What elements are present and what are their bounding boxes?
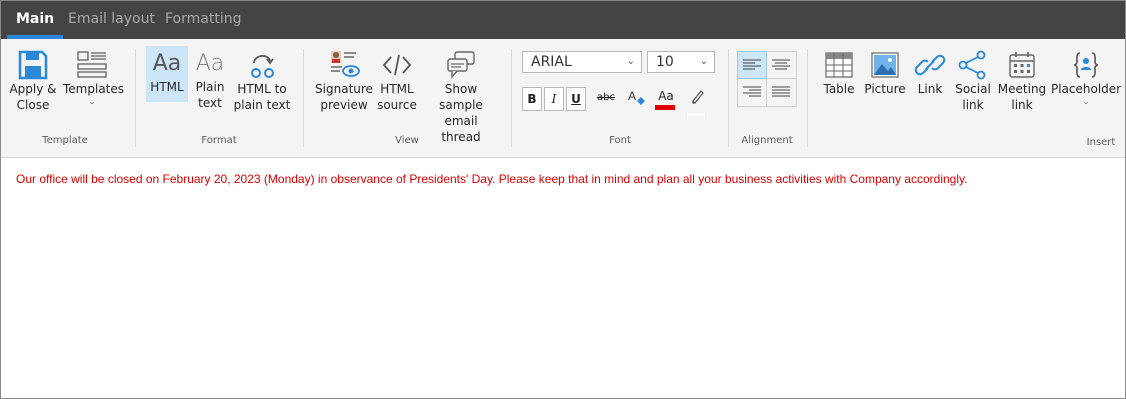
insert-link-label: Link [917,82,943,96]
apply-close-label-2: Close [16,98,50,112]
align-justify-icon [772,86,790,97]
insert-social-link-button[interactable]: Social link [953,49,993,113]
italic-button[interactable]: I [544,87,564,111]
link-icon [914,54,946,76]
signature-preview-button[interactable]: Signature preview [315,49,373,113]
floppy-disk-icon [18,50,48,80]
group-divider [728,49,729,147]
html-to-plain-label-1: HTML to [237,82,287,96]
share-icon [958,50,986,80]
calendar-icon [1009,52,1035,78]
font-family-select[interactable]: ARIAL ⌄ [522,51,642,73]
bold-button[interactable]: B [522,87,542,111]
format-plain-text-button[interactable]: Aa Plain text [191,46,229,111]
format-html-button[interactable]: Aa HTML [146,46,188,102]
font-size-select[interactable]: 10 ⌄ [647,51,715,73]
highlighter-pen-icon [692,90,704,104]
apply-close-button[interactable]: Apply & Close [7,49,59,113]
align-right-icon [743,86,761,97]
show-sample-email-thread-button[interactable]: Show sample email thread [423,49,499,145]
group-label-insert: Insert [1086,137,1116,148]
template-editor-window: Main Email layout Formatting Apply & Clo… [0,0,1126,399]
placeholder-label: Placeholder [1051,82,1122,96]
placeholder-icon [1073,52,1099,78]
editor-content-text[interactable]: Our office will be closed on February 20… [16,172,967,186]
insert-picture-button[interactable]: Picture [863,49,907,97]
html-format-icon: Aa [152,51,182,76]
underline-button[interactable]: U [566,87,586,111]
align-center-button[interactable] [767,51,797,79]
svg-text:A: A [628,89,636,103]
insert-picture-label: Picture [864,82,906,96]
group-divider [807,49,808,147]
sample-thread-label-1: Show sample [439,82,483,112]
text-color-swatch [655,105,675,110]
html-format-label: HTML [150,80,184,94]
ribbon: Apply & Close Templates ⌄ Template Aa HT… [1,39,1125,158]
align-center-icon [772,59,790,70]
align-justify-button[interactable] [767,79,797,107]
chat-bubbles-icon [447,51,475,79]
insert-link-button[interactable]: Link [913,49,947,97]
templates-label: Templates [63,82,125,96]
html-source-label-2: source [377,98,417,112]
ribbon-tab-bar: Main Email layout Formatting [1,1,1125,39]
social-link-label-1: Social [955,82,991,96]
html-to-plain-text-button[interactable]: HTML to plain text [233,49,291,113]
group-label-view: View [395,135,419,146]
meeting-link-label-2: link [1011,98,1033,112]
highlight-color-swatch [686,112,706,117]
group-label-format: Format [201,135,237,146]
align-left-button[interactable] [737,51,767,79]
font-family-value: ARIAL [531,54,572,70]
group-divider [135,49,136,147]
tab-email-layout[interactable]: Email layout [68,1,155,39]
social-link-label-2: link [962,98,984,112]
table-icon [825,52,853,78]
picture-icon [871,52,899,78]
signature-preview-label-2: preview [320,98,368,112]
plain-text-label-1: Plain [195,80,225,94]
tab-formatting[interactable]: Formatting [165,1,241,39]
group-label-alignment: Alignment [741,135,793,146]
signature-preview-label-1: Signature [315,82,373,96]
tab-main[interactable]: Main [6,1,64,39]
templates-list-icon [77,51,107,78]
code-icon [382,54,412,76]
insert-table-label: Table [823,82,855,96]
chevron-down-icon: ⌄ [699,56,708,67]
email-body-editor[interactable]: Our office will be closed on February 20… [1,158,1125,398]
clear-formatting-icon: A [628,89,645,105]
insert-placeholder-button[interactable]: Placeholder ⌄ [1051,49,1121,107]
strikethrough-button[interactable]: abc [594,87,618,111]
html-source-label-1: HTML [380,82,414,96]
insert-meeting-link-button[interactable]: Meeting link [997,49,1047,113]
plain-text-label-2: text [198,96,222,110]
convert-icon [251,55,274,78]
align-right-button[interactable] [737,79,767,107]
html-to-plain-label-2: plain text [233,98,291,112]
chevron-down-icon: ⌄ [626,56,635,67]
chevron-down-icon: ⌄ [1082,97,1090,106]
signature-preview-icon [331,51,360,77]
group-label-font: Font [609,135,631,146]
text-color-button[interactable]: Aa [655,87,677,111]
html-source-button[interactable]: HTML source [375,49,419,113]
apply-close-label-1: Apply & [9,82,57,96]
chevron-down-icon: ⌄ [88,97,96,106]
group-divider [303,49,304,147]
meeting-link-label-1: Meeting [997,82,1047,96]
align-left-icon [743,59,761,70]
font-size-value: 10 [656,54,674,70]
insert-table-button[interactable]: Table [819,49,859,97]
clear-formatting-button[interactable]: A [625,87,647,111]
text-color-label: Aa [658,89,674,103]
group-divider [511,49,512,147]
templates-button[interactable]: Templates ⌄ [63,49,125,107]
group-label-template: Template [42,135,88,146]
highlight-color-button[interactable] [686,87,708,117]
plain-text-format-icon: Aa [195,51,225,76]
